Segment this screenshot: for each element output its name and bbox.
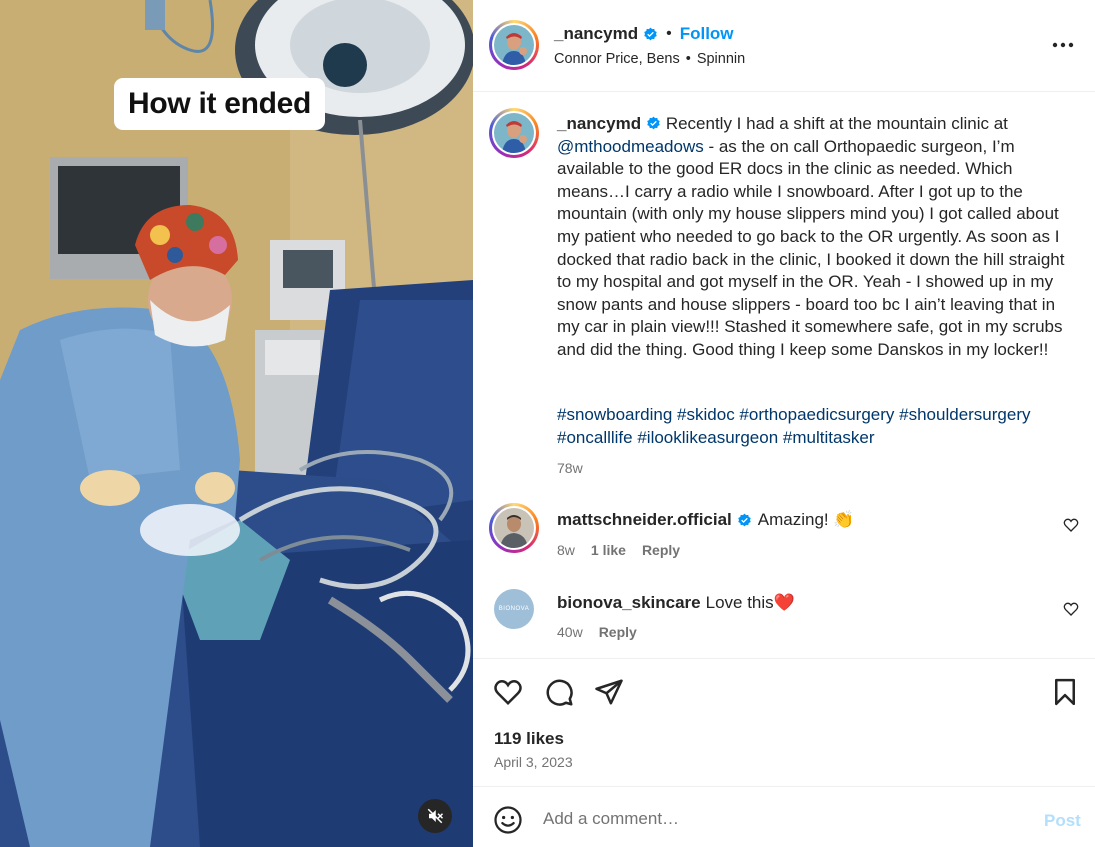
post-comment-button[interactable]: Post xyxy=(1044,811,1081,831)
follow-button[interactable]: Follow xyxy=(680,24,734,44)
caption-mention-link[interactable]: @mthoodmeadows xyxy=(557,137,704,156)
comment-body: Amazing! 👏 xyxy=(757,510,855,529)
commenter-avatar[interactable]: BIONOVA xyxy=(494,589,534,629)
hashtag-link[interactable]: #oncalllife xyxy=(557,428,633,447)
hashtag-link[interactable]: #multitasker xyxy=(783,428,875,447)
separator-dot: • xyxy=(666,25,672,42)
caption-body-rest: - as the on call Orthopaedic surgeon, I’… xyxy=(557,136,1065,359)
comment-text-line: bionova_skincare Love this❤️ xyxy=(557,593,795,613)
author-avatar-image xyxy=(494,25,534,65)
paper-plane-icon[interactable] xyxy=(594,677,624,707)
post-video[interactable]: How it ended xyxy=(0,0,473,847)
post-date: April 3, 2023 xyxy=(494,754,573,770)
heart-icon[interactable] xyxy=(493,677,523,707)
comment-meta: 40w Reply xyxy=(557,624,653,640)
comment-text-line: mattschneider.official Amazing! 👏 xyxy=(557,510,855,530)
commenter-username[interactable]: bionova_skincare xyxy=(557,593,701,613)
author-line: _nancymd • Follow xyxy=(554,24,734,44)
caption-body-start: Recently I had a shift at the mountain c… xyxy=(661,114,1008,133)
caption-username[interactable]: _nancymd xyxy=(557,114,641,133)
video-overlay-caption: How it ended xyxy=(114,78,326,130)
verified-badge-icon xyxy=(644,27,657,40)
comment-reply-button[interactable]: Reply xyxy=(642,542,680,558)
comment-time[interactable]: 8w xyxy=(557,542,575,558)
comment-input[interactable] xyxy=(543,805,1023,833)
more-options-icon[interactable] xyxy=(1050,35,1076,55)
post-actions: 119 likes April 3, 2023 xyxy=(473,658,1095,786)
speaker-muted-icon xyxy=(427,808,444,824)
comment-likes[interactable]: 1 like xyxy=(591,542,626,558)
comment-time[interactable]: 40w xyxy=(557,624,583,640)
comment-reply-button[interactable]: Reply xyxy=(599,624,637,640)
caption-timestamp[interactable]: 78w xyxy=(557,460,583,476)
comment-bubble-icon[interactable] xyxy=(544,677,574,707)
caption-hashtags: #snowboarding #skidoc #orthopaedicsurger… xyxy=(557,404,1067,449)
hashtag-link[interactable]: #ilooklikeasurgeon xyxy=(637,428,778,447)
caption-verified-badge-icon xyxy=(647,116,660,130)
caption-text: _nancymd Recently I had a shift at the m… xyxy=(557,113,1067,362)
hashtag-link[interactable]: #shouldersurgery xyxy=(899,405,1030,424)
audio-artist: Connor Price, Bens xyxy=(554,51,680,67)
post-header: _nancymd • Follow Connor Price, Bens • S… xyxy=(473,0,1095,92)
comment-like-heart-icon[interactable] xyxy=(1063,601,1079,617)
add-comment-bar: Post xyxy=(473,786,1095,847)
audio-separator: • xyxy=(685,51,691,67)
mute-toggle-button[interactable] xyxy=(418,799,452,833)
audio-track: Spinnin xyxy=(696,51,746,67)
comment-like-heart-icon[interactable] xyxy=(1063,517,1079,533)
hashtag-link[interactable]: #orthopaedicsurgery xyxy=(739,405,894,424)
audio-attribution[interactable]: Connor Price, Bens • Spinnin xyxy=(554,51,745,67)
comment-meta: 8w 1 like Reply xyxy=(557,542,696,558)
caption-author-avatar[interactable] xyxy=(489,108,539,158)
commenter-avatar[interactable] xyxy=(489,503,539,553)
commenter-avatar-logo-text: BIONOVA xyxy=(498,606,530,612)
commenter-username[interactable]: mattschneider.official xyxy=(557,510,732,530)
commenter-avatar-image xyxy=(494,508,534,548)
hashtag-link[interactable]: #skidoc xyxy=(677,405,735,424)
hashtag-link[interactable]: #snowboarding xyxy=(557,405,672,424)
author-avatar[interactable] xyxy=(489,20,539,70)
smiley-icon[interactable] xyxy=(493,805,523,835)
post-details-panel: _nancymd • Follow Connor Price, Bens • S… xyxy=(473,0,1095,847)
caption-author-avatar-image xyxy=(494,113,534,153)
comment-body: Love this❤️ xyxy=(705,593,795,612)
likes-count[interactable]: 119 likes xyxy=(494,729,564,749)
commenter-verified-badge-icon xyxy=(738,513,751,526)
bookmark-icon[interactable] xyxy=(1050,677,1080,707)
author-username[interactable]: _nancymd xyxy=(554,24,638,44)
